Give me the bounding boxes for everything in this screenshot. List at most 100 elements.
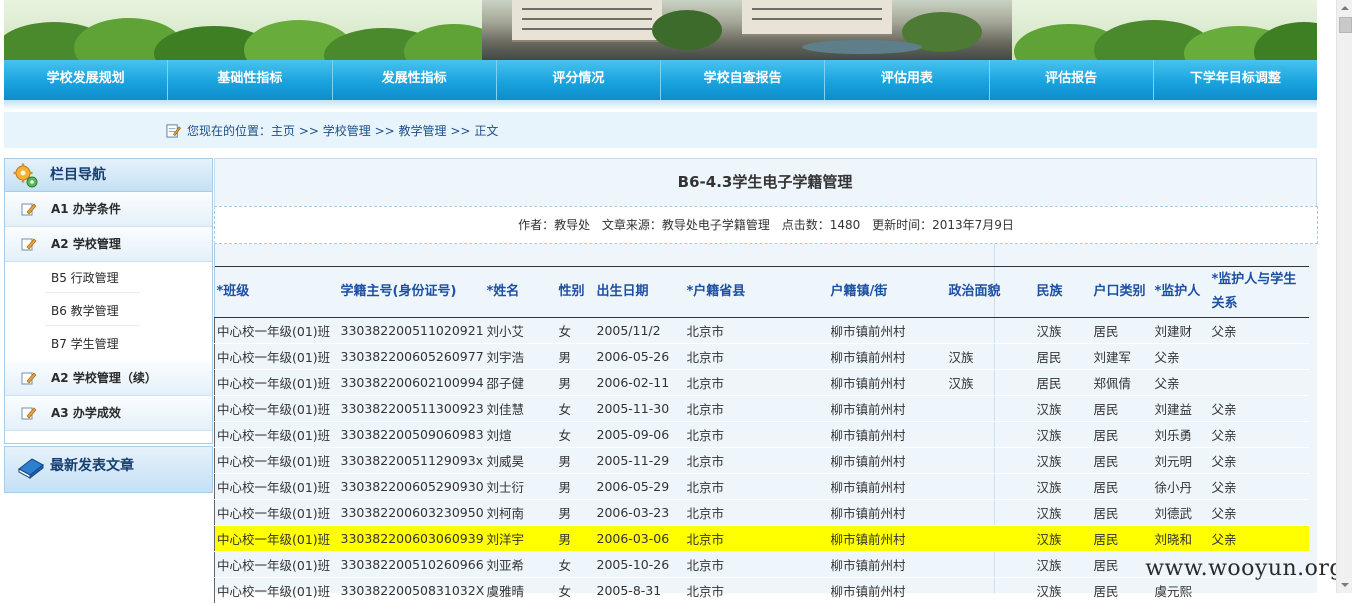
table-row: 中心校一年级(01)班 33038220050831032X 虞雅晴女 2005-8-…: [214, 577, 1309, 604]
table-cell: 2005-11-29: [594, 447, 685, 474]
table-cell: 2005-8-31: [594, 577, 685, 604]
col-birthdate: 出生日期: [594, 266, 685, 318]
sidebar-subitem-b6[interactable]: B6 教学管理: [5, 295, 212, 328]
table-cell: [946, 447, 1035, 474]
table-row: 中心校一年级(01)班 330382200509060983 刘煊女 2005-09-…: [214, 421, 1309, 448]
sidebar-item-a3[interactable]: A3 办学成效: [5, 396, 212, 431]
table-cell: [946, 421, 1035, 448]
table-row: 中心校一年级(01)班 330382200602100994 邵子健男 2006-02…: [214, 369, 1309, 396]
table-cell: 中心校一年级(01)班: [214, 343, 339, 370]
table-cell: 330382200603060939: [338, 525, 485, 552]
scroll-down-arrow-icon[interactable]: [1337, 577, 1352, 593]
article-updated: 更新时间：2013年7月9日: [872, 218, 1014, 232]
table-row: 中心校一年级(01)班 330382200603060939 刘洋宇男 2006-03…: [214, 525, 1309, 552]
table-cell: 柳市镇前州村: [828, 343, 947, 370]
header-banner: [4, 0, 1317, 60]
sidebar-item-label: A1 办学条件: [51, 202, 121, 216]
article-source: 文章来源：教导处电子学籍管理: [601, 218, 770, 232]
breadcrumb-school-management[interactable]: 学校管理: [323, 124, 371, 138]
table-cell: 2006-03-06: [594, 525, 685, 552]
nav-next-year-goals[interactable]: 下学年目标调整: [1154, 60, 1317, 100]
table-cell: [946, 577, 1035, 604]
table-cell: 男: [556, 525, 595, 552]
table-cell: 330382200511020921: [338, 317, 485, 344]
table-cell: 北京市: [684, 551, 829, 578]
table-cell: 330382200511300923: [338, 395, 485, 422]
sidebar-item-a1[interactable]: A1 办学条件: [5, 192, 212, 227]
divider: [45, 325, 140, 326]
table-cell: 2006-05-29: [594, 473, 685, 500]
table-cell: 女: [556, 395, 595, 422]
table-cell: [1209, 369, 1309, 396]
nav-scoring[interactable]: 评分情况: [497, 60, 661, 100]
table-cell: 330382200603230950: [338, 499, 485, 526]
nav-development-plan[interactable]: 学校发展规划: [4, 60, 169, 100]
table-cell: 汉族: [1034, 551, 1092, 578]
table-row: 中心校一年级(01)班 330382200605290930 刘士衍男 2006-05…: [214, 473, 1309, 500]
table-cell: 刘小艾: [484, 317, 557, 344]
table-cell: 汉族: [1034, 473, 1092, 500]
table-cell: 居民: [1091, 577, 1153, 604]
table-header-row: *班级 学籍主号(身份证号) *姓名 性别 出生日期 *户籍省县 户籍镇/街 政…: [214, 266, 1309, 318]
table-cell: 居民: [1034, 369, 1092, 396]
table-cell: 居民: [1091, 551, 1153, 578]
table-cell: 虞雅晴: [484, 577, 557, 604]
table-cell: 徐小丹: [1152, 473, 1210, 500]
table-cell: 父亲: [1209, 525, 1309, 552]
table-cell: [946, 551, 1035, 578]
table-cell: 父亲: [1152, 369, 1210, 396]
table-cell: 居民: [1091, 421, 1153, 448]
table-cell: 中心校一年级(01)班: [214, 577, 339, 604]
breadcrumb-sep: >>: [295, 124, 323, 138]
table-cell: 父亲: [1209, 395, 1309, 422]
breadcrumb-home[interactable]: 主页: [271, 124, 295, 138]
nav-developmental-indicators[interactable]: 发展性指标: [333, 60, 497, 100]
sidebar-item-a2-cont[interactable]: A2 学校管理（续）: [5, 361, 212, 396]
breadcrumb-prefix: 您现在的位置：: [187, 124, 272, 138]
table-cell: 刘元明: [1152, 447, 1210, 474]
campus-photo: [482, 0, 1012, 60]
sidebar-item-a2[interactable]: A2 学校管理: [5, 227, 212, 262]
sidebar-subitem-b7[interactable]: B7 学生管理: [5, 328, 212, 361]
table-cell: 汉族: [946, 369, 1035, 396]
table-cell: 北京市: [684, 343, 829, 370]
sidebar-item-label: A2 学校管理（续）: [51, 371, 157, 385]
table-cell: 中心校一年级(01)班: [214, 525, 339, 552]
table-cell: 刘佳慧: [484, 395, 557, 422]
nav-basic-indicators[interactable]: 基础性指标: [168, 60, 333, 100]
table-cell: 刘威昊: [484, 447, 557, 474]
article-meta: 作者：教导处 文章来源：教导处电子学籍管理 点击数：1480 更新时间：2013…: [214, 206, 1318, 244]
table-cell: 居民: [1091, 447, 1153, 474]
table-cell: 居民: [1091, 395, 1153, 422]
book-icon: [18, 458, 44, 479]
table-cell: 2005-11-30: [594, 395, 685, 422]
sidebar-header: 栏目导航: [5, 159, 212, 192]
edit-icon: [21, 407, 37, 420]
gear-icon: [13, 163, 38, 188]
table-cell: [946, 395, 1035, 422]
breadcrumb-teaching-management[interactable]: 教学管理: [399, 124, 447, 138]
nav-evaluation-forms[interactable]: 评估用表: [825, 60, 990, 100]
vertical-scrollbar[interactable]: [1336, 0, 1352, 593]
table-cell: 女: [556, 577, 595, 604]
edit-icon: [21, 203, 37, 216]
nav-evaluation-report[interactable]: 评估报告: [990, 60, 1154, 100]
table-cell: 居民: [1091, 473, 1153, 500]
table-cell: 中心校一年级(01)班: [214, 473, 339, 500]
scrollbar-thumb[interactable]: [1339, 17, 1352, 33]
nav-self-report[interactable]: 学校自查报告: [661, 60, 826, 100]
table-cell: 2006-02-11: [594, 369, 685, 396]
sidebar-subitem-b5[interactable]: B5 行政管理: [5, 262, 212, 295]
table-cell: 柳市镇前州村: [828, 421, 947, 448]
table-cell: 汉族: [1034, 525, 1092, 552]
watermark: www.wooyun.org: [1145, 556, 1344, 581]
scroll-up-arrow-icon[interactable]: [1337, 0, 1352, 16]
table-cell: 33038220050831032X: [338, 577, 485, 604]
table-cell: 中心校一年级(01)班: [214, 317, 339, 344]
table-cell: 柳市镇前州村: [828, 577, 947, 604]
article-author: 作者：教导处: [518, 218, 591, 232]
table-cell: 北京市: [684, 473, 829, 500]
sidebar-item-label: B5 行政管理: [51, 271, 119, 285]
table-cell: 330382200509060983: [338, 421, 485, 448]
sidebar-item-label: A2 学校管理: [51, 237, 121, 251]
